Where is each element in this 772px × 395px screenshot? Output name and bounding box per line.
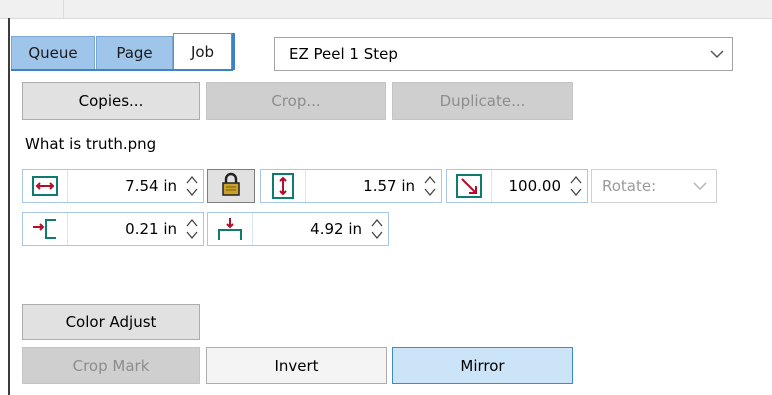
spinner-arrows-icon[interactable] bbox=[366, 216, 388, 242]
rotate-label: Rotate: bbox=[602, 177, 657, 195]
width-value: 7.54 in bbox=[125, 177, 177, 195]
spinner-arrows-icon[interactable] bbox=[565, 173, 587, 199]
width-field[interactable]: 7.54 in bbox=[22, 169, 204, 203]
window-top-strip bbox=[0, 0, 772, 19]
profile-selected-value: EZ Peel 1 Step bbox=[289, 45, 398, 63]
aspect-lock-button[interactable] bbox=[207, 169, 255, 203]
left-offset-value: 0.21 in bbox=[125, 220, 177, 238]
spinner-arrows-icon[interactable] bbox=[419, 173, 441, 199]
scale-value: 100.00 bbox=[508, 177, 562, 195]
profile-dropdown[interactable]: EZ Peel 1 Step bbox=[274, 37, 733, 71]
left-offset-icon bbox=[23, 213, 68, 245]
width-arrows-icon bbox=[23, 170, 68, 202]
color-adjust-button[interactable]: Color Adjust bbox=[22, 304, 200, 340]
tab-strip-underline bbox=[11, 69, 233, 71]
left-offset-field[interactable]: 0.21 in bbox=[22, 212, 204, 246]
spinner-arrows-icon[interactable] bbox=[181, 173, 203, 199]
crop-mark-button[interactable]: Crop Mark bbox=[22, 347, 200, 384]
invert-button[interactable]: Invert bbox=[206, 347, 387, 384]
crop-button[interactable]: Crop... bbox=[206, 82, 386, 120]
tab-queue[interactable]: Queue bbox=[11, 36, 95, 70]
chevron-down-icon bbox=[684, 181, 716, 191]
file-name-label: What is truth.png bbox=[25, 135, 157, 153]
top-offset-icon bbox=[208, 213, 253, 245]
mirror-button[interactable]: Mirror bbox=[392, 347, 573, 384]
height-field[interactable]: 1.57 in bbox=[260, 169, 442, 203]
top-offset-field[interactable]: 4.92 in bbox=[207, 212, 389, 246]
panel-left-border bbox=[8, 18, 10, 395]
tab-strip-edge bbox=[232, 33, 235, 70]
spinner-arrows-icon[interactable] bbox=[181, 216, 203, 242]
tab-job[interactable]: Job bbox=[173, 33, 232, 69]
scale-field[interactable]: 100.00 bbox=[446, 169, 588, 203]
lock-icon bbox=[220, 172, 242, 200]
duplicate-button[interactable]: Duplicate... bbox=[392, 82, 573, 120]
rotate-dropdown[interactable]: Rotate: bbox=[591, 169, 717, 203]
height-value: 1.57 in bbox=[363, 177, 415, 195]
height-arrows-icon bbox=[261, 170, 306, 202]
scale-arrow-icon bbox=[447, 170, 492, 202]
top-divider bbox=[63, 0, 64, 18]
copies-button[interactable]: Copies... bbox=[22, 82, 200, 120]
top-offset-value: 4.92 in bbox=[310, 220, 362, 238]
chevron-down-icon bbox=[702, 49, 732, 59]
tab-page[interactable]: Page bbox=[96, 36, 173, 70]
